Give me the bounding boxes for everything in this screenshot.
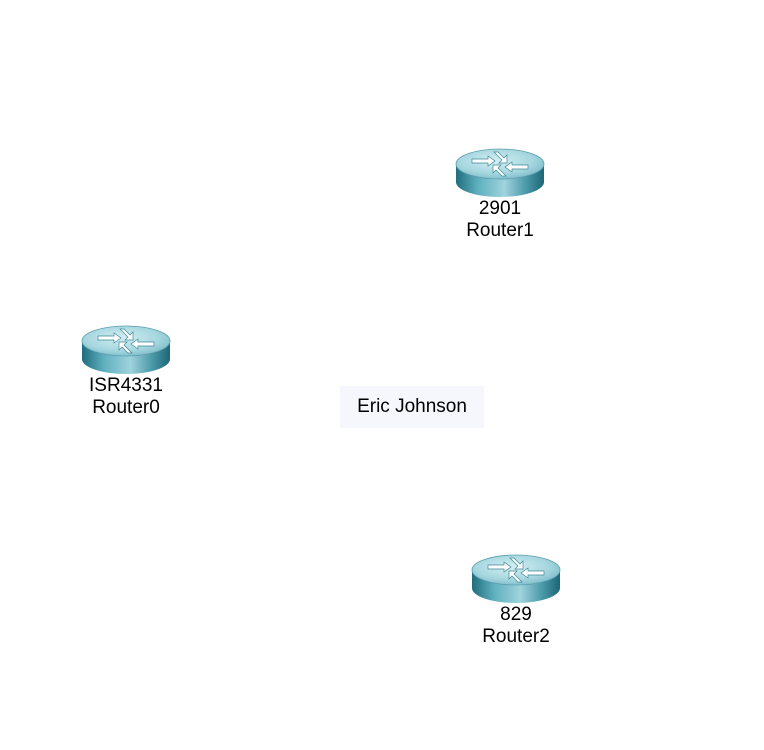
device-name-label: Router2	[482, 626, 550, 647]
note-label[interactable]: Eric Johnson	[340, 386, 484, 428]
device-model-label: 829	[500, 604, 532, 625]
device-name-label: Router0	[92, 397, 160, 418]
topology-workspace[interactable]: 2901 Router1 ISR4331 Router0 829 Router2…	[0, 0, 764, 750]
device-model-label: ISR4331	[89, 375, 163, 396]
router0-device[interactable]: ISR4331 Router0	[56, 319, 196, 419]
device-model-label: 2901	[478, 198, 522, 219]
router1-device[interactable]: 2901 Router1	[430, 142, 570, 242]
router-icon[interactable]	[454, 142, 546, 198]
device-name-label: Router1	[466, 220, 534, 241]
router-icon[interactable]	[470, 548, 562, 604]
router-icon[interactable]	[80, 319, 172, 375]
router2-device[interactable]: 829 Router2	[446, 548, 586, 648]
